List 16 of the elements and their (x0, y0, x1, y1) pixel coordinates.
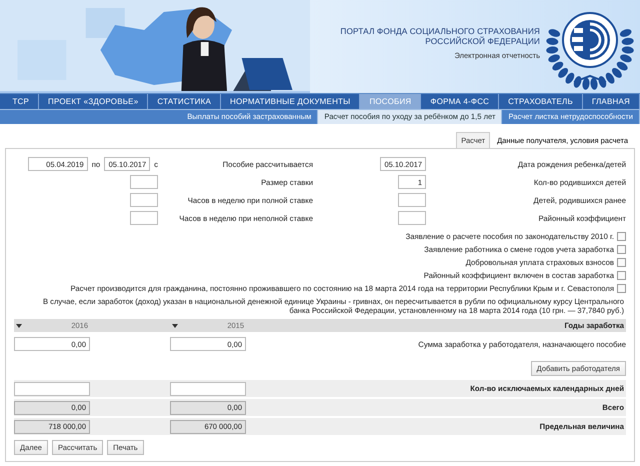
input-field[interactable] (130, 193, 158, 207)
checkbox[interactable] (617, 258, 626, 267)
input-field[interactable] (170, 382, 246, 396)
caret-icon (172, 324, 178, 328)
input-field[interactable] (130, 175, 158, 189)
input-field[interactable] (14, 382, 90, 396)
checkbox[interactable] (617, 271, 626, 280)
caret-icon (16, 324, 22, 328)
input-field[interactable] (398, 193, 426, 207)
portal-title: ПОРТАЛ ФОНДА СОЦИАЛЬНОГО СТРАХОВАНИЯ (340, 26, 540, 36)
input-field[interactable] (398, 211, 426, 225)
checkbox[interactable] (617, 232, 626, 241)
checkbox[interactable] (617, 245, 626, 254)
checkbox[interactable] (617, 284, 626, 293)
input-field[interactable] (130, 211, 158, 225)
portal-title: РОССИЙСКОЙ ФЕДЕРАЦИИ (425, 36, 540, 46)
